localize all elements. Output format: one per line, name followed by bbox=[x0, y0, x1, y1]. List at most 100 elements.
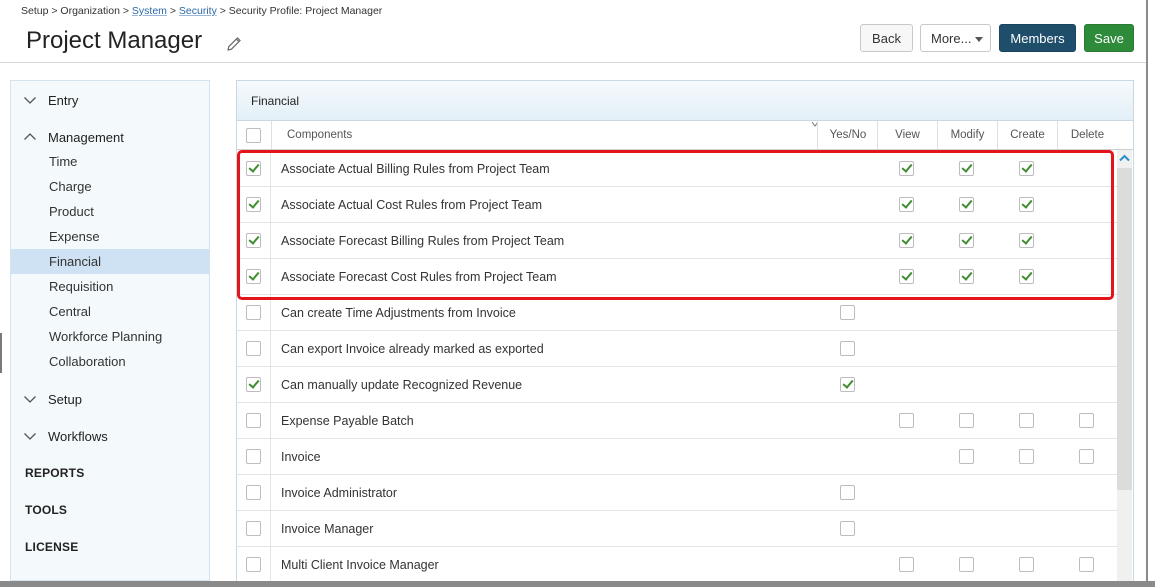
component-name: Associate Actual Cost Rules from Project… bbox=[281, 198, 542, 212]
yes-no-checkbox[interactable] bbox=[840, 305, 855, 320]
sidebar-item-expense[interactable]: Expense bbox=[11, 224, 209, 249]
row-select-checkbox[interactable] bbox=[246, 521, 261, 536]
view-checkbox[interactable] bbox=[899, 197, 914, 212]
sidebar-item-central[interactable]: Central bbox=[11, 299, 209, 324]
component-name: Invoice Administrator bbox=[281, 486, 398, 500]
row-select-checkbox[interactable] bbox=[246, 305, 261, 320]
delete-checkbox[interactable] bbox=[1079, 449, 1094, 464]
modify-checkbox[interactable] bbox=[959, 269, 974, 284]
scrollbar-thumb[interactable] bbox=[1117, 168, 1132, 490]
view-checkbox[interactable] bbox=[899, 269, 914, 284]
save-button[interactable]: Save bbox=[1084, 24, 1134, 52]
sidebar-section-workflows[interactable]: Workflows bbox=[23, 426, 108, 446]
modify-checkbox[interactable] bbox=[959, 161, 974, 176]
modify-checkbox[interactable] bbox=[959, 557, 974, 572]
yes-no-checkbox[interactable] bbox=[840, 377, 855, 392]
row-select-checkbox[interactable] bbox=[246, 161, 261, 176]
column-label: View bbox=[895, 129, 920, 141]
modify-checkbox[interactable] bbox=[959, 449, 974, 464]
delete-checkbox[interactable] bbox=[1079, 557, 1094, 572]
column-header-yes-no[interactable]: Yes/No bbox=[817, 121, 878, 149]
breadcrumb: Setup > Organization > System > Security… bbox=[21, 5, 382, 17]
chevron-down-icon bbox=[24, 97, 36, 104]
row-select-checkbox[interactable] bbox=[246, 413, 261, 428]
view-checkbox[interactable] bbox=[899, 557, 914, 572]
yes-no-checkbox[interactable] bbox=[840, 341, 855, 356]
column-header-components[interactable]: Components bbox=[271, 121, 815, 149]
create-checkbox[interactable] bbox=[1019, 557, 1034, 572]
permissions-table-body: Associate Actual Billing Rules from Proj… bbox=[237, 151, 1117, 581]
row-select-checkbox[interactable] bbox=[246, 269, 261, 284]
sidebar-link-license[interactable]: LICENSE bbox=[25, 540, 78, 554]
create-checkbox[interactable] bbox=[1019, 233, 1034, 248]
members-button[interactable]: Members bbox=[999, 24, 1076, 52]
sidebar-item-product[interactable]: Product bbox=[11, 199, 209, 224]
view-checkbox[interactable] bbox=[899, 413, 914, 428]
create-checkbox[interactable] bbox=[1019, 413, 1034, 428]
sidebar-section-setup[interactable]: Setup bbox=[23, 389, 82, 409]
back-button[interactable]: Back bbox=[860, 24, 913, 52]
sidebar-item-requisition[interactable]: Requisition bbox=[11, 274, 209, 299]
row-select-checkbox[interactable] bbox=[246, 449, 261, 464]
row-select-checkbox[interactable] bbox=[246, 233, 261, 248]
table-row: Associate Actual Cost Rules from Project… bbox=[237, 187, 1117, 223]
sidebar-section-management[interactable]: Management bbox=[23, 127, 124, 147]
view-checkbox[interactable] bbox=[899, 233, 914, 248]
select-all-checkbox[interactable] bbox=[246, 128, 261, 143]
component-name: Expense Payable Batch bbox=[281, 414, 414, 428]
column-header-view[interactable]: View bbox=[877, 121, 937, 149]
yes-no-checkbox[interactable] bbox=[840, 521, 855, 536]
page-title: Project Manager bbox=[26, 27, 203, 54]
sidebar-link-reports[interactable]: REPORTS bbox=[25, 466, 84, 480]
pencil-icon[interactable] bbox=[225, 35, 243, 53]
more-button-label: More... bbox=[931, 30, 972, 46]
row-select-cell bbox=[237, 259, 271, 295]
sidebar-section-label: Workflows bbox=[48, 428, 108, 444]
sidebar-item-charge[interactable]: Charge bbox=[11, 174, 209, 199]
create-checkbox[interactable] bbox=[1019, 269, 1034, 284]
row-select-checkbox[interactable] bbox=[246, 341, 261, 356]
breadcrumb-suffix: > Security Profile: Project Manager bbox=[216, 5, 383, 17]
column-label: Modify bbox=[950, 129, 985, 141]
sidebar-section-entry[interactable]: Entry bbox=[23, 90, 78, 110]
create-checkbox[interactable] bbox=[1019, 449, 1034, 464]
sidebar-item-time[interactable]: Time bbox=[11, 149, 209, 174]
more-dropdown-button[interactable]: More... bbox=[920, 24, 991, 52]
row-select-checkbox[interactable] bbox=[246, 197, 261, 212]
caret-down-icon bbox=[975, 37, 983, 42]
modify-checkbox[interactable] bbox=[959, 197, 974, 212]
component-name: Can export Invoice already marked as exp… bbox=[281, 342, 544, 356]
column-header-modify[interactable]: Modify bbox=[937, 121, 997, 149]
row-select-checkbox[interactable] bbox=[246, 485, 261, 500]
modify-checkbox[interactable] bbox=[959, 233, 974, 248]
panel-title: Financial bbox=[251, 93, 300, 108]
sidebar-nav: Entry Management Time Charge Product Exp… bbox=[10, 80, 210, 581]
row-select-cell bbox=[237, 547, 271, 581]
yes-no-checkbox[interactable] bbox=[840, 485, 855, 500]
chevron-up-icon bbox=[1119, 154, 1130, 162]
row-select-checkbox[interactable] bbox=[246, 377, 261, 392]
delete-checkbox[interactable] bbox=[1079, 413, 1094, 428]
sidebar-item-workforce-planning[interactable]: Workforce Planning bbox=[11, 324, 209, 349]
column-header-create[interactable]: Create bbox=[997, 121, 1057, 149]
create-checkbox[interactable] bbox=[1019, 161, 1034, 176]
breadcrumb-link-system[interactable]: System bbox=[132, 5, 167, 17]
table-row: Invoice bbox=[237, 439, 1117, 475]
table-row: Associate Forecast Billing Rules from Pr… bbox=[237, 223, 1117, 259]
row-select-checkbox[interactable] bbox=[246, 557, 261, 572]
table-row: Invoice Administrator bbox=[237, 475, 1117, 511]
scroll-up-button[interactable] bbox=[1117, 150, 1132, 166]
modify-checkbox[interactable] bbox=[959, 413, 974, 428]
breadcrumb-link-security[interactable]: Security bbox=[179, 5, 217, 17]
sidebar-item-collaboration[interactable]: Collaboration bbox=[11, 349, 209, 374]
create-checkbox[interactable] bbox=[1019, 197, 1034, 212]
component-name: Associate Forecast Billing Rules from Pr… bbox=[281, 234, 565, 248]
component-name: Can manually update Recognized Revenue bbox=[281, 378, 523, 392]
component-name: Can create Time Adjustments from Invoice bbox=[281, 306, 516, 320]
view-checkbox[interactable] bbox=[899, 161, 914, 176]
sidebar-link-tools[interactable]: TOOLS bbox=[25, 503, 67, 517]
table-row: Can create Time Adjustments from Invoice bbox=[237, 295, 1117, 331]
window-right-edge bbox=[1146, 0, 1148, 587]
column-header-delete[interactable]: Delete bbox=[1057, 121, 1117, 149]
sidebar-item-financial[interactable]: Financial bbox=[11, 249, 209, 274]
